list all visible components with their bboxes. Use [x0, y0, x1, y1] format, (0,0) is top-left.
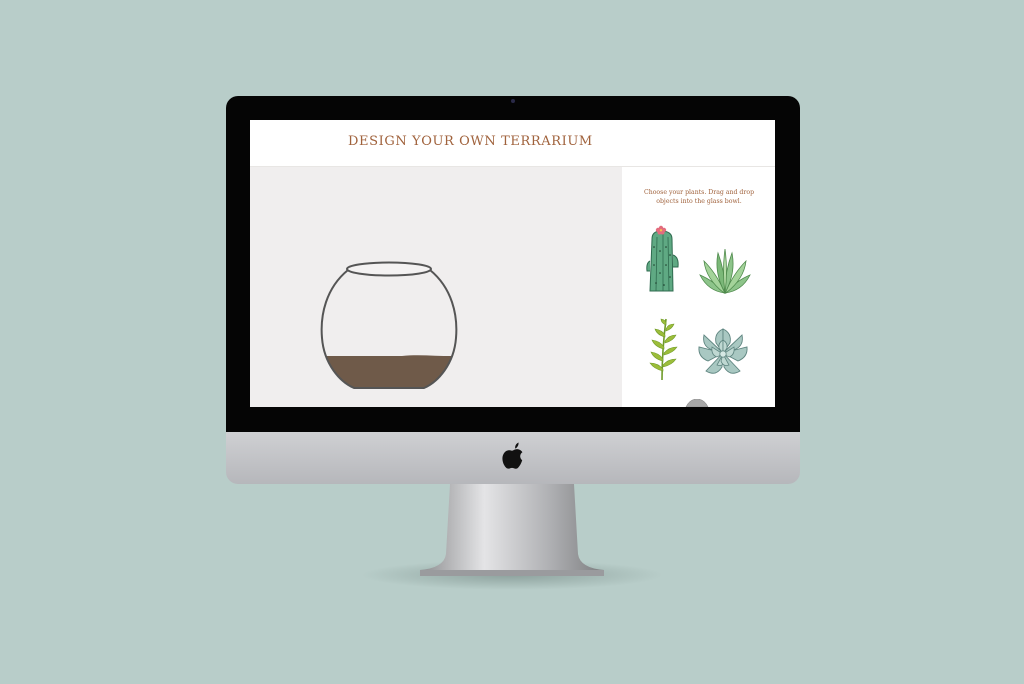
apple-icon: [502, 442, 523, 469]
echeveria-icon[interactable]: [696, 327, 750, 379]
monitor-chin: [226, 432, 800, 484]
page-title: DESIGN YOUR OWN TERRARIUM: [348, 134, 593, 149]
monitor-stand: [420, 484, 604, 576]
webcam: [511, 99, 515, 103]
plant-peek-icon[interactable]: [684, 399, 710, 407]
glass-bowl[interactable]: [318, 260, 460, 394]
desktop-mockup: DESIGN YOUR OWN TERRARIUM Choose your pl…: [0, 0, 1024, 684]
instructions-text: Choose your plants. Drag and drop object…: [643, 189, 755, 205]
plant-sidebar: Choose your plants. Drag and drop object…: [622, 167, 775, 407]
terrarium-canvas[interactable]: [250, 167, 622, 407]
fern-icon[interactable]: [646, 317, 680, 381]
aloe-icon[interactable]: [698, 247, 752, 297]
browser-screen: DESIGN YOUR OWN TERRARIUM Choose your pl…: [250, 120, 775, 407]
cactus-icon[interactable]: [644, 225, 682, 297]
page-header: DESIGN YOUR OWN TERRARIUM: [250, 120, 775, 167]
